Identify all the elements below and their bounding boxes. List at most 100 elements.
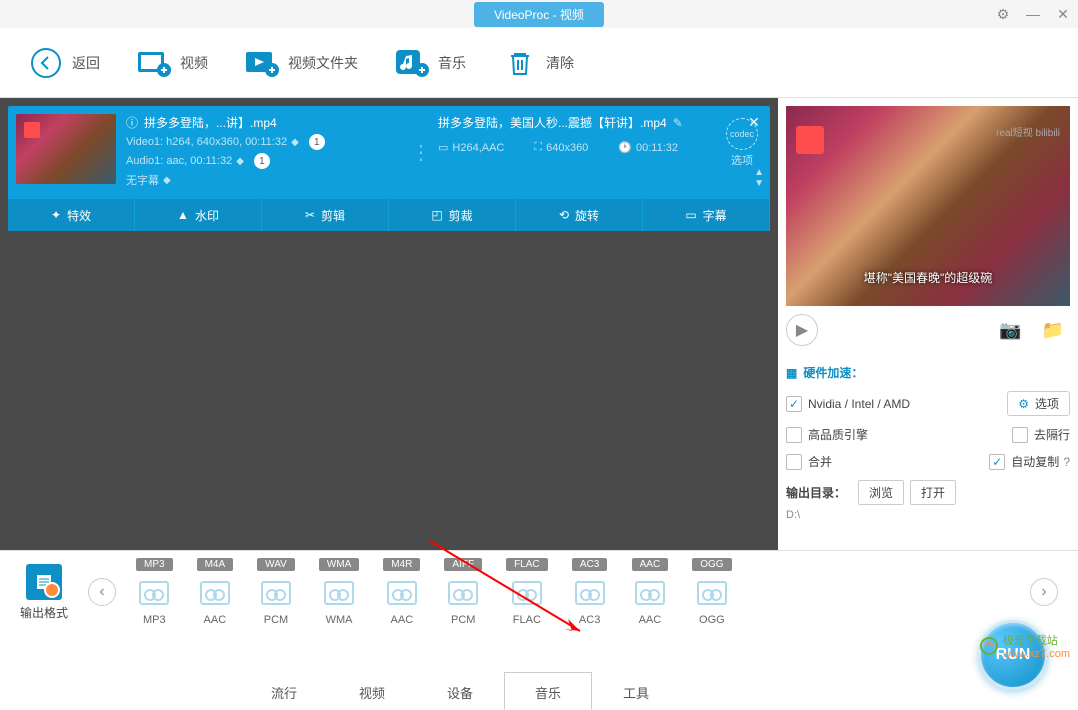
hw-options-button[interactable]: ⚙选项 bbox=[1007, 391, 1070, 416]
add-music-button[interactable]: 音乐 bbox=[376, 39, 484, 87]
stream-selector-icon[interactable]: ◆ bbox=[291, 137, 299, 148]
merge-label: 合并 bbox=[808, 453, 832, 470]
play-button[interactable]: ▶ bbox=[786, 314, 818, 346]
tab-tools[interactable]: 工具 bbox=[592, 672, 680, 710]
back-icon bbox=[28, 45, 64, 81]
stream-selector-icon[interactable]: ◆ bbox=[236, 156, 244, 167]
info-icon: ⓘ bbox=[126, 114, 138, 131]
gpu-label: Nvidia / Intel / AMD bbox=[808, 397, 910, 411]
format-badge: M4R bbox=[383, 558, 420, 571]
output-filename: 拼多多登陆，美国人秒...震撼【轩讲】.mp4 bbox=[438, 114, 667, 131]
format-sublabel: AAC bbox=[639, 614, 662, 626]
tab-video[interactable]: 视频 bbox=[328, 672, 416, 710]
format-icon bbox=[26, 564, 62, 600]
move-up-button[interactable]: ▲ bbox=[754, 167, 764, 178]
format-option-ogg[interactable]: OGG OGG bbox=[692, 558, 731, 626]
format-option-m4r[interactable]: M4R AAC bbox=[383, 558, 420, 626]
watermark-icon: ▲ bbox=[177, 208, 189, 222]
format-option-aac[interactable]: AAC AAC bbox=[632, 558, 669, 626]
output-format-label: 输出格式 bbox=[20, 564, 68, 621]
format-option-wma[interactable]: WMAWMA bbox=[319, 558, 359, 626]
format-option-flac[interactable]: FLACFLAC bbox=[506, 558, 548, 626]
clear-button[interactable]: 清除 bbox=[484, 39, 592, 87]
tab-popular[interactable]: 流行 bbox=[240, 672, 328, 710]
video-item-card[interactable]: ✕ ⓘ拼多多登陆，...讲】.mp4 Video1: h264, 640x360… bbox=[8, 106, 770, 231]
close-button[interactable]: ✕ bbox=[1048, 0, 1078, 28]
format-reel-icon bbox=[384, 575, 420, 611]
autocopy-label: 自动复制 bbox=[1011, 453, 1059, 470]
output-resolution: ⛶640x360 bbox=[534, 141, 588, 154]
add-video-button[interactable]: 视频 bbox=[118, 39, 226, 87]
arrow-icon: ⋮ bbox=[411, 140, 429, 165]
format-option-ac3[interactable]: AC3AC3 bbox=[572, 558, 608, 626]
audio-track-badge: 1 bbox=[254, 153, 270, 169]
minimize-button[interactable]: — bbox=[1018, 0, 1048, 28]
site-logo-icon bbox=[979, 636, 999, 656]
format-reel-icon bbox=[509, 575, 545, 611]
subtitle-icon: ▭ bbox=[685, 208, 696, 222]
video-thumbnail[interactable] bbox=[16, 114, 116, 184]
rotate-icon: ⟲ bbox=[559, 208, 569, 222]
help-icon[interactable]: ? bbox=[1063, 455, 1070, 469]
tab-music[interactable]: 音乐 bbox=[504, 672, 592, 710]
move-down-button[interactable]: ▼ bbox=[754, 178, 764, 189]
format-badge: MP3 bbox=[136, 558, 173, 571]
gpu-checkbox[interactable] bbox=[786, 396, 802, 412]
crop-button[interactable]: ◰剪裁 bbox=[389, 199, 516, 231]
merge-checkbox[interactable] bbox=[786, 454, 802, 470]
format-badge: OGG bbox=[692, 558, 731, 571]
settings-icon[interactable]: ⚙ bbox=[988, 0, 1018, 28]
video-label: 视频 bbox=[180, 53, 208, 73]
format-sublabel: OGG bbox=[699, 614, 725, 626]
hq-label: 高品质引擎 bbox=[808, 426, 868, 443]
output-duration: 🕐00:11:32 bbox=[618, 141, 678, 154]
format-option-mp3[interactable]: MP3 MP3 bbox=[136, 558, 173, 626]
output-path: D:\ bbox=[786, 509, 1070, 521]
format-option-m4a[interactable]: M4AAAC bbox=[197, 558, 234, 626]
folder-label: 视频文件夹 bbox=[288, 53, 358, 73]
trash-icon bbox=[502, 45, 538, 81]
subtitle-button[interactable]: ▭字幕 bbox=[643, 199, 770, 231]
video-stream-info: Video1: h264, 640x360, 00:11:32 bbox=[126, 136, 287, 148]
format-sublabel: AC3 bbox=[579, 614, 600, 626]
tab-device[interactable]: 设备 bbox=[416, 672, 504, 710]
add-folder-button[interactable]: 视频文件夹 bbox=[226, 39, 376, 87]
window-title: VideoProc - 视频 bbox=[474, 2, 604, 27]
music-label: 音乐 bbox=[438, 53, 466, 73]
chip-icon: ▦ bbox=[786, 366, 797, 380]
open-button[interactable]: 打开 bbox=[910, 480, 956, 505]
back-button[interactable]: 返回 bbox=[10, 39, 118, 87]
resolution-spec-icon: ⛶ bbox=[534, 141, 542, 154]
snapshot-button[interactable]: 📷 bbox=[993, 320, 1027, 341]
format-prev-button[interactable]: ‹ bbox=[88, 578, 116, 606]
output-dir-label: 输出目录： bbox=[786, 484, 846, 501]
clock-icon: 🕐 bbox=[618, 141, 632, 154]
preview-panel: real短视 bilibili 堪称"美国春晚"的超级碗 bbox=[786, 106, 1070, 306]
format-option-aiff[interactable]: AIFFPCM bbox=[444, 558, 482, 626]
edit-filename-icon[interactable]: ✎ bbox=[673, 116, 683, 130]
rotate-button[interactable]: ⟲旋转 bbox=[516, 199, 643, 231]
deinterlace-checkbox[interactable] bbox=[1012, 427, 1028, 443]
format-reel-icon bbox=[197, 575, 233, 611]
cut-button[interactable]: ✂剪辑 bbox=[262, 199, 389, 231]
effect-icon: ✦ bbox=[51, 208, 61, 222]
format-next-button[interactable]: › bbox=[1030, 578, 1058, 606]
format-badge: AIFF bbox=[444, 558, 482, 571]
video-track-badge: 1 bbox=[309, 134, 325, 150]
preview-caption: 堪称"美国春晚"的超级碗 bbox=[786, 269, 1070, 286]
codec-icon: codec bbox=[726, 118, 758, 150]
scissors-icon: ✂ bbox=[305, 208, 315, 222]
watermark-button[interactable]: ▲水印 bbox=[135, 199, 262, 231]
format-option-wav[interactable]: WAVPCM bbox=[257, 558, 295, 626]
format-sublabel: AAC bbox=[391, 614, 414, 626]
browse-button[interactable]: 浏览 bbox=[858, 480, 904, 505]
autocopy-checkbox[interactable] bbox=[989, 454, 1005, 470]
format-badge: AAC bbox=[632, 558, 669, 571]
open-folder-button[interactable]: 📁 bbox=[1036, 320, 1070, 341]
format-sublabel: MP3 bbox=[143, 614, 166, 626]
audio-stream-info: Audio1: aac, 00:11:32 bbox=[126, 155, 232, 167]
stream-selector-icon[interactable]: ◆ bbox=[163, 175, 171, 186]
hq-checkbox[interactable] bbox=[786, 427, 802, 443]
crop-icon: ◰ bbox=[431, 208, 442, 222]
effect-button[interactable]: ✦特效 bbox=[8, 199, 135, 231]
